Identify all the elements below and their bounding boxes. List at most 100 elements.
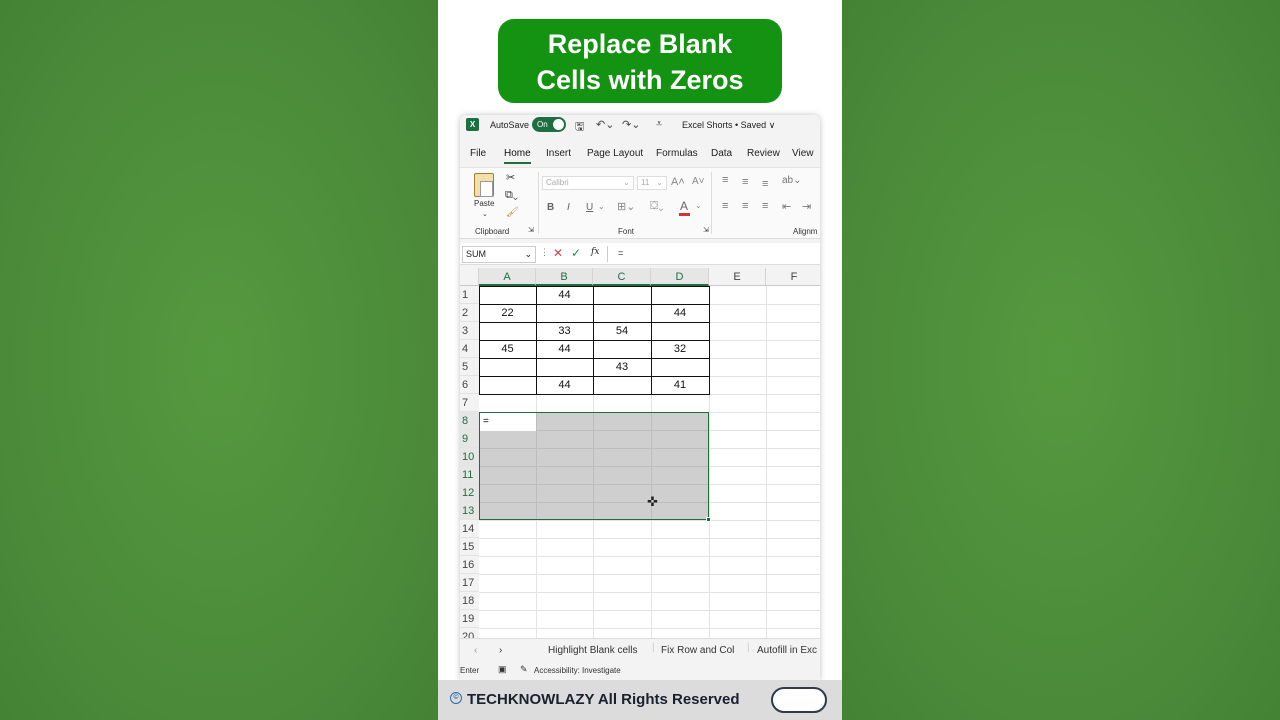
row-header-2[interactable]: 2 <box>460 304 479 322</box>
cell-b1[interactable]: 44 <box>536 286 593 304</box>
tab-data[interactable]: Data <box>711 148 732 159</box>
row-header-7[interactable]: 7 <box>460 394 479 412</box>
paste-icon[interactable] <box>474 173 494 197</box>
align-middle-icon[interactable]: ≡ <box>742 176 748 188</box>
cell-c3[interactable]: 54 <box>593 322 651 340</box>
font-name-box[interactable]: Calibri ⌄ <box>542 176 634 190</box>
clipboard-launcher-icon[interactable]: ⇲ <box>528 226 534 234</box>
underline-button[interactable]: U <box>586 202 593 213</box>
cut-icon[interactable]: ✂ <box>506 171 515 184</box>
row-header-13[interactable]: 13 <box>460 502 479 520</box>
prev-sheet-icon[interactable]: ‹ <box>474 645 477 656</box>
column-header-f[interactable]: F <box>766 268 820 286</box>
increase-indent-icon[interactable]: ⇥ <box>802 200 811 213</box>
row-header-17[interactable]: 17 <box>460 574 479 592</box>
cell-a4[interactable]: 45 <box>479 340 536 358</box>
cell-a2[interactable]: 22 <box>479 304 536 322</box>
row-header-9[interactable]: 9 <box>460 430 479 448</box>
macro-record-icon[interactable]: ▣ <box>498 664 507 675</box>
next-sheet-icon[interactable]: › <box>499 645 502 656</box>
align-bottom-icon[interactable]: ≡ <box>762 178 768 190</box>
accessibility-status[interactable]: Accessibility: Investigate <box>534 666 621 675</box>
insert-function-icon[interactable]: fx <box>591 247 599 257</box>
column-header-d[interactable]: D <box>651 268 709 286</box>
decrease-font-icon[interactable]: A˅ <box>692 176 705 187</box>
save-icon[interactable]: 🖫 <box>575 118 584 137</box>
gridline <box>479 592 820 593</box>
tab-page-layout[interactable]: Page Layout <box>587 148 643 159</box>
enter-icon[interactable]: ✓ <box>571 246 581 260</box>
fill-handle[interactable] <box>706 517 711 522</box>
spreadsheet-grid[interactable]: A B C D E F 1 2 3 4 5 6 7 8 9 10 11 12 1… <box>460 268 820 646</box>
row-header-16[interactable]: 16 <box>460 556 479 574</box>
cell-a8-active[interactable]: = <box>480 413 536 431</box>
file-title[interactable]: Excel Shorts • Saved ∨ <box>682 120 775 131</box>
formula-input[interactable]: = <box>618 248 623 258</box>
chevron-down-icon[interactable]: ⌄ <box>695 201 702 210</box>
chevron-down-icon[interactable]: ⌄ <box>598 202 605 211</box>
chevron-down-icon: ⌄ <box>524 249 532 259</box>
italic-button[interactable]: I <box>567 202 570 213</box>
column-header-a[interactable]: A <box>479 268 536 286</box>
tab-insert[interactable]: Insert <box>546 148 571 159</box>
align-left-icon[interactable]: ≡ <box>722 200 728 212</box>
autosave-toggle[interactable]: On <box>532 117 566 132</box>
fill-color-icon[interactable]: ⛋⌄ <box>650 200 664 213</box>
row-header-15[interactable]: 15 <box>460 538 479 556</box>
cancel-icon[interactable]: ✕ <box>553 246 563 260</box>
row-header-6[interactable]: 6 <box>460 376 479 394</box>
format-painter-icon[interactable]: 🖌 <box>506 207 519 218</box>
cell-b3[interactable]: 33 <box>536 322 593 340</box>
copy-icon[interactable]: ⧉⌄ <box>505 189 518 202</box>
column-header-c[interactable]: C <box>593 268 651 286</box>
row-header-3[interactable]: 3 <box>460 322 479 340</box>
sheet-tab-3[interactable]: Autofill in Exc <box>757 645 817 656</box>
row-header-14[interactable]: 14 <box>460 520 479 538</box>
tab-file[interactable]: File <box>470 148 486 159</box>
bold-button[interactable]: B <box>547 202 554 213</box>
row-header-12[interactable]: 12 <box>460 484 479 502</box>
cell-b6[interactable]: 44 <box>536 376 593 394</box>
tab-formulas[interactable]: Formulas <box>656 148 698 159</box>
font-color-icon[interactable]: A <box>680 199 688 213</box>
decrease-indent-icon[interactable]: ⇤ <box>782 200 791 213</box>
cell-b4[interactable]: 44 <box>536 340 593 358</box>
customize-toolbar-icon[interactable]: ⩡ <box>656 118 662 131</box>
align-top-icon[interactable]: ≡ <box>722 174 728 186</box>
title-banner: Replace Blank Cells with Zeros <box>498 19 782 103</box>
borders-icon[interactable]: ⊞⌄ <box>617 200 635 213</box>
footer-watermark: © TECHKNOWLAZY All Rights Reserved <box>438 680 842 720</box>
font-size-box[interactable]: 11 ⌄ <box>637 176 667 190</box>
undo-icon[interactable]: ↶⌄ <box>596 118 614 131</box>
cell-d2[interactable]: 44 <box>651 304 709 322</box>
sheet-tab-2[interactable]: Fix Row and Col <box>661 645 734 656</box>
align-center-icon[interactable]: ≡ <box>742 200 748 212</box>
redo-icon[interactable]: ↷⌄ <box>622 118 640 131</box>
cell-c5[interactable]: 43 <box>593 358 651 376</box>
paste-dropdown-icon[interactable]: ⌄ <box>482 210 488 218</box>
font-launcher-icon[interactable]: ⇲ <box>703 226 709 234</box>
select-all-corner[interactable] <box>460 268 479 286</box>
cell-d4[interactable]: 32 <box>651 340 709 358</box>
cell-d6[interactable]: 41 <box>651 376 709 394</box>
row-header-5[interactable]: 5 <box>460 358 479 376</box>
row-header-8[interactable]: 8 <box>460 412 479 430</box>
column-header-b[interactable]: B <box>536 268 593 286</box>
name-box[interactable]: SUM ⌄ <box>462 246 536 263</box>
more-options-icon[interactable]: ⋮ <box>540 247 549 258</box>
orientation-icon[interactable]: ab⌄ <box>782 175 802 186</box>
align-right-icon[interactable]: ≡ <box>762 200 768 212</box>
tab-view[interactable]: View <box>792 148 814 159</box>
tab-home[interactable]: Home <box>504 148 531 159</box>
row-header-11[interactable]: 11 <box>460 466 479 484</box>
row-header-19[interactable]: 19 <box>460 610 479 628</box>
tab-review[interactable]: Review <box>747 148 780 159</box>
row-header-18[interactable]: 18 <box>460 592 479 610</box>
row-header-10[interactable]: 10 <box>460 448 479 466</box>
paste-label[interactable]: Paste <box>474 199 494 208</box>
increase-font-icon[interactable]: A˄ <box>671 176 685 188</box>
sheet-tab-1[interactable]: Highlight Blank cells <box>548 645 638 656</box>
column-header-e[interactable]: E <box>709 268 766 286</box>
row-header-4[interactable]: 4 <box>460 340 479 358</box>
row-header-1[interactable]: 1 <box>460 286 479 304</box>
